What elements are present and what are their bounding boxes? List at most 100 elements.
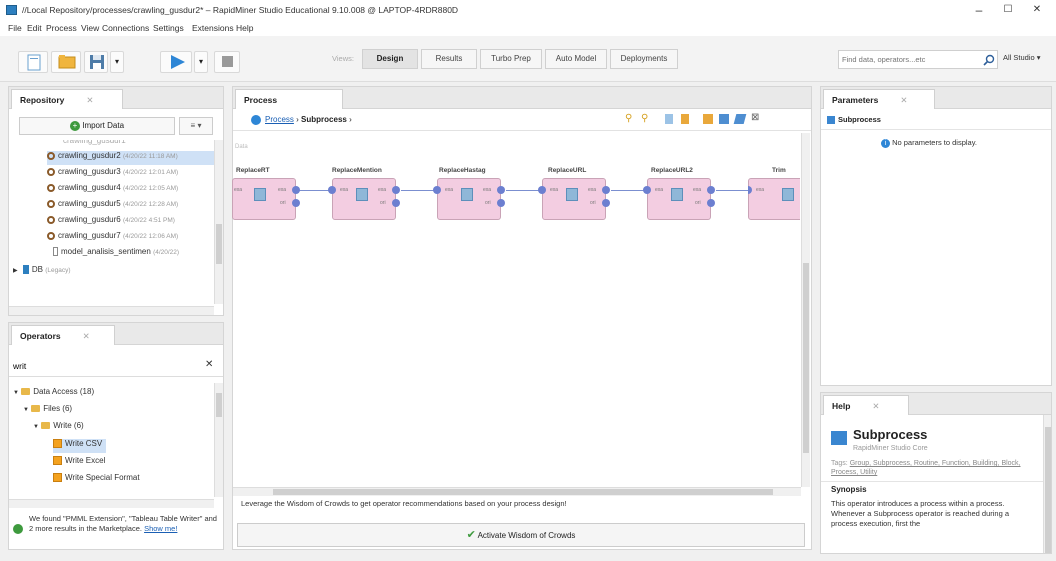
item-name: crawling_gusdur3 (58, 167, 121, 176)
expand-arrow-icon: ▶ (13, 268, 18, 274)
menu-file[interactable]: File (8, 23, 22, 33)
close-tab-icon[interactable]: ✕ (900, 95, 907, 105)
tree-node-data-access[interactable]: ▼ Data Access (18) (13, 387, 94, 401)
fullscreen-icon[interactable]: ⊠ (751, 112, 759, 123)
tags-links[interactable]: Group, Subprocess, Routine, Function, Bu… (831, 460, 1021, 476)
breadcrumb-separator: › (296, 115, 299, 124)
maximize-button[interactable]: ☐ (997, 4, 1019, 18)
parameters-panel: Parameters ✕ Subprocess i No parameters t… (820, 86, 1052, 386)
close-tab-icon[interactable]: ✕ (872, 401, 879, 411)
page-icon[interactable] (665, 114, 673, 124)
view-deployments[interactable]: Deployments (610, 49, 678, 69)
repository-menu-button[interactable]: ≡ ▾ (179, 117, 213, 135)
layout-icon[interactable] (719, 114, 729, 124)
operator-search-field[interactable]: ✕ (9, 355, 223, 377)
close-tab-icon[interactable]: ✕ (86, 95, 93, 105)
save-button[interactable] (84, 51, 108, 73)
operator-write-special-format[interactable]: Write Special Format (53, 473, 140, 487)
process-icon (47, 215, 55, 224)
menu-process[interactable]: Process (46, 23, 77, 33)
menu-settings[interactable]: Settings (153, 23, 184, 33)
repository-scrollbar[interactable] (214, 140, 223, 304)
clear-search-icon[interactable]: ✕ (205, 359, 213, 370)
breadcrumb-current: Subprocess (301, 115, 347, 124)
minimize-button[interactable]: – (968, 4, 990, 18)
open-process-button[interactable] (51, 51, 81, 73)
repository-item-crawling-gusdur7[interactable]: crawling_gusdur7 (4/20/22 12:06 AM) (47, 231, 178, 245)
run-button[interactable] (160, 51, 192, 73)
tab-parameters[interactable]: Parameters ✕ (823, 89, 935, 109)
repository-item-model-analisis-sentimen[interactable]: model_analisis_sentimen (4/20/22) (53, 247, 179, 261)
back-arrow-icon[interactable] (251, 115, 261, 125)
process-header: Process (233, 87, 811, 109)
repository-hscrollbar[interactable] (9, 306, 214, 315)
operators-header: Operators ✕ (9, 323, 223, 345)
operator-write-excel[interactable]: Write Excel (53, 456, 105, 470)
tab-process[interactable]: Process (235, 89, 343, 109)
menu-edit[interactable]: Edit (27, 23, 42, 33)
zoom-out-icon[interactable]: ⚲ (641, 113, 648, 124)
parameters-header: Parameters ✕ (821, 87, 1051, 109)
info-icon: i (881, 138, 890, 148)
node-label: Write Excel (65, 456, 106, 465)
process-canvas[interactable]: Data (233, 133, 801, 487)
menu-help[interactable]: Help (236, 23, 253, 33)
menu-connections[interactable]: Connections (102, 23, 149, 33)
global-search-input[interactable] (839, 51, 969, 67)
scroll-thumb[interactable] (803, 263, 809, 453)
repository-item-crawling-gusdur4[interactable]: crawling_gusdur4 (4/20/22 12:05 AM) (47, 183, 178, 197)
menu-view[interactable]: View (81, 23, 99, 33)
tab-repository[interactable]: Repository ✕ (11, 89, 123, 109)
view-turbo-prep[interactable]: Turbo Prep (480, 49, 542, 69)
item-name: crawling_gusdur5 (58, 199, 121, 208)
tree-node-files[interactable]: ▼ Files (6) (23, 404, 72, 418)
repository-item-crawling-gusdur2[interactable]: crawling_gusdur2 (4/20/22 11:18 AM) (47, 151, 214, 165)
wand-icon[interactable] (733, 114, 747, 124)
repository-item-crawling-gusdur3[interactable]: crawling_gusdur3 (4/20/22 12:01 AM) (47, 167, 178, 181)
activate-wisdom-label: Activate Wisdom of Crowds (477, 531, 576, 540)
repository-item-crawling-gusdur6[interactable]: crawling_gusdur6 (4/20/22 4:51 PM) (47, 215, 175, 229)
view-auto-model[interactable]: Auto Model (545, 49, 607, 69)
scroll-thumb[interactable] (216, 224, 222, 264)
tab-help[interactable]: Help ✕ (823, 395, 909, 415)
notes-icon[interactable] (681, 114, 689, 124)
scroll-thumb[interactable] (273, 489, 773, 495)
show-me-link[interactable]: Show me! (144, 524, 177, 533)
activate-wisdom-button[interactable]: ✔ Activate Wisdom of Crowds (237, 523, 805, 547)
import-data-button[interactable]: + Import Data (19, 117, 175, 135)
close-tab-icon[interactable]: ✕ (83, 331, 90, 341)
operators-scrollbar[interactable] (214, 383, 223, 497)
menu-extensions[interactable]: Extensions (192, 23, 234, 33)
arrange-icon[interactable] (703, 114, 713, 124)
tab-operators[interactable]: Operators ✕ (11, 325, 115, 345)
stop-button[interactable] (214, 51, 240, 73)
help-panel: Help ✕ Subprocess RapidMiner Studio Core … (820, 392, 1052, 554)
view-results[interactable]: Results (421, 49, 477, 69)
view-design[interactable]: Design (362, 49, 418, 69)
help-scrollbar[interactable] (1043, 415, 1051, 553)
import-data-label: Import Data (82, 121, 125, 130)
repository-item-db[interactable]: ▶ DB (Legacy) (13, 265, 71, 279)
scroll-thumb[interactable] (1045, 427, 1051, 553)
search-scope-dropdown[interactable]: All Studio ▾ (1003, 53, 1041, 62)
tree-node-write[interactable]: ▼ Write (6) (33, 421, 84, 435)
zoom-in-icon[interactable]: ⚲ (625, 113, 632, 124)
breadcrumb-process-link[interactable]: Process (265, 115, 294, 124)
tab-parameters-label: Parameters (832, 95, 879, 105)
subprocess-icon (831, 431, 847, 445)
operator-write-csv[interactable]: Write CSV (53, 439, 107, 453)
global-search-field[interactable] (838, 50, 998, 69)
process-toolbar: Process › Subprocess › ⚲ ⚲ ⊠ (233, 109, 811, 131)
run-dropdown-icon[interactable]: ▾ (194, 51, 208, 73)
repository-item-crawling-gusdur5[interactable]: crawling_gusdur5 (4/20/22 12:28 AM) (47, 199, 178, 213)
close-window-button[interactable]: ✕ (1026, 4, 1048, 18)
scroll-thumb[interactable] (216, 393, 222, 417)
new-process-button[interactable] (18, 51, 48, 73)
canvas-hscrollbar[interactable] (233, 487, 801, 496)
save-dropdown-icon[interactable]: ▾ (110, 51, 124, 73)
operator-tree: ▼ Data Access (18) ▼ Files (6) ▼ Write (… (9, 383, 214, 498)
operators-hscrollbar[interactable] (9, 499, 214, 508)
operator-search-input[interactable] (9, 357, 189, 375)
search-icon[interactable] (983, 54, 995, 66)
canvas-vscrollbar[interactable] (801, 133, 810, 487)
